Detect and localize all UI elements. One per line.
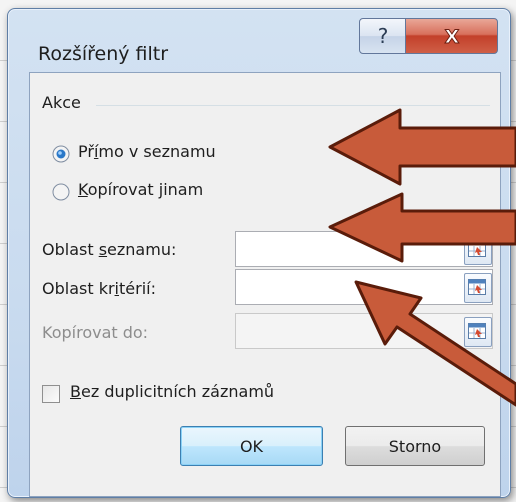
help-button[interactable]: ? xyxy=(359,18,407,54)
help-icon: ? xyxy=(378,24,389,48)
range-selector-icon xyxy=(468,279,486,295)
copy-to-label: Kopírovat do: xyxy=(42,323,149,342)
radio-in-place-label[interactable]: Přímo v seznamu xyxy=(78,142,216,161)
copy-to-collapse-button xyxy=(464,317,492,347)
ok-button[interactable]: OK xyxy=(180,426,323,466)
list-range-label: Oblast seznamu: xyxy=(42,240,177,259)
unique-records-label[interactable]: Bez duplicitních záznamů xyxy=(70,382,274,401)
close-button[interactable]: X xyxy=(405,18,498,54)
criteria-range-collapse-button[interactable] xyxy=(464,273,492,303)
advanced-filter-dialog: Rozšířený filtr ? X Akce Přímo v seznamu… xyxy=(7,8,511,498)
criteria-range-input[interactable] xyxy=(235,269,493,305)
range-selector-icon xyxy=(468,323,486,339)
unique-records-checkbox[interactable] xyxy=(42,385,60,403)
svg-text:X: X xyxy=(444,26,459,47)
svg-text:?: ? xyxy=(378,24,389,48)
dialog-title: Rozšířený filtr xyxy=(38,43,169,65)
cancel-button[interactable]: Storno xyxy=(345,426,485,466)
group-label: Akce xyxy=(42,93,81,112)
radio-copy-elsewhere[interactable] xyxy=(52,183,70,201)
criteria-range-label: Oblast kritérií: xyxy=(42,279,156,298)
radio-in-place[interactable] xyxy=(52,145,70,163)
list-range-collapse-button[interactable] xyxy=(464,235,492,265)
range-selector-icon xyxy=(468,241,486,257)
copy-to-input xyxy=(235,313,493,349)
radio-copy-elsewhere-label[interactable]: Kopírovat jinam xyxy=(78,180,203,199)
close-icon: X xyxy=(444,26,460,48)
list-range-input[interactable] xyxy=(235,231,493,267)
dialog-body: Akce Přímo v seznamu Kopírovat jinam Obl… xyxy=(29,72,501,497)
group-divider xyxy=(96,105,490,106)
